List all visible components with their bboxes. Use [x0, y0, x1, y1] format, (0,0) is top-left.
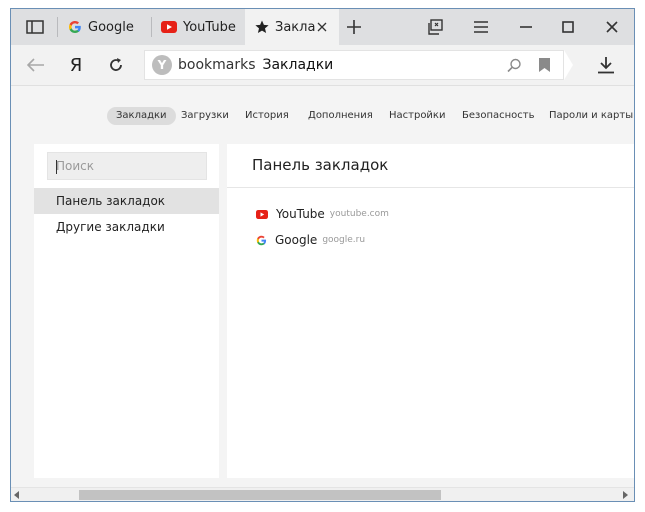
nav-item-passwords[interactable]: Пароли и карты [540, 107, 634, 125]
bookmark-item-youtube[interactable]: YouTube youtube.com [256, 205, 389, 223]
search-icon[interactable] [507, 58, 522, 73]
bookmark-url: youtube.com [329, 209, 389, 219]
nav-item-history[interactable]: История [236, 107, 298, 125]
star-icon [255, 20, 269, 33]
scrollbar-thumb[interactable] [79, 490, 441, 500]
tab-collections-button[interactable] [421, 9, 451, 45]
bookmarks-page: Закладки Загрузки История Дополнения Нас… [11, 86, 634, 487]
site-identity-icon[interactable]: Y [152, 55, 172, 75]
scroll-right-icon[interactable] [623, 491, 629, 499]
settings-navigation: Закладки Загрузки История Дополнения Нас… [11, 107, 634, 127]
collections-icon [428, 19, 443, 35]
page-title: Панель закладок [252, 156, 389, 174]
close-window-button[interactable] [597, 9, 627, 45]
sidebar-item-other-bookmarks[interactable]: Другие закладки [34, 214, 219, 240]
tab-youtube[interactable]: YouTube [152, 9, 245, 45]
bookmark-icon[interactable] [539, 58, 550, 72]
tab-label: YouTube [183, 19, 236, 35]
yandex-logo-button[interactable]: Я [63, 45, 89, 85]
maximize-icon [562, 21, 574, 33]
search-placeholder: Поиск [56, 159, 95, 173]
reload-button[interactable] [103, 45, 129, 85]
bookmark-name: Google [275, 233, 318, 247]
close-icon[interactable] [317, 22, 327, 32]
bookmark-folders-panel: Поиск Панель закладок Другие закладки [34, 144, 219, 478]
minimize-icon [520, 26, 532, 28]
reload-icon [110, 58, 122, 71]
youtube-icon [256, 209, 268, 219]
google-icon [256, 235, 267, 245]
browser-window: Google YouTube Закладк [10, 8, 635, 502]
search-input[interactable]: Поиск [47, 152, 207, 180]
back-button[interactable] [23, 45, 49, 85]
address-bar-end [564, 50, 573, 80]
sidebar-item-bookmarks-bar[interactable]: Панель закладок [34, 188, 219, 214]
minimize-button[interactable] [511, 9, 541, 45]
bookmark-url: google.ru [322, 235, 366, 245]
close-icon [606, 21, 618, 33]
youtube-icon [161, 21, 177, 33]
tab-google[interactable]: Google [58, 9, 152, 45]
address-title: Закладки [262, 57, 334, 73]
text-cursor [56, 160, 57, 174]
nav-item-security[interactable]: Безопасность [453, 107, 544, 125]
scroll-left-icon[interactable] [14, 491, 20, 499]
plus-icon [347, 20, 361, 34]
maximize-button[interactable] [553, 9, 583, 45]
download-icon [598, 57, 614, 74]
menu-button[interactable] [466, 9, 496, 45]
nav-item-settings[interactable]: Настройки [380, 107, 454, 125]
new-tab-button[interactable] [341, 9, 367, 45]
address-bar[interactable]: Y bookmarks Закладки [144, 50, 564, 80]
hamburger-menu-icon [474, 21, 488, 33]
bookmark-item-google[interactable]: Google google.ru [256, 231, 365, 249]
downloads-button[interactable] [593, 45, 619, 85]
bookmark-name: YouTube [276, 207, 325, 221]
navigation-toolbar: Я Y bookmarks Закладки [11, 45, 634, 86]
nav-item-extensions[interactable]: Дополнения [299, 107, 382, 125]
bookmarks-list-panel: Панель закладок YouTube youtube.com Goog… [227, 144, 634, 478]
address-prefix: bookmarks [178, 57, 256, 73]
google-icon [69, 21, 81, 33]
tab-label: Закладк [275, 19, 315, 35]
arrow-left-icon [27, 58, 44, 72]
sidebar-panel-icon [26, 20, 44, 34]
horizontal-scrollbar[interactable] [11, 487, 634, 501]
tab-bookmarks[interactable]: Закладк [245, 9, 339, 45]
tab-label: Google [88, 19, 134, 35]
nav-item-bookmarks[interactable]: Закладки [107, 107, 176, 125]
divider [227, 187, 634, 188]
tab-bar: Google YouTube Закладк [11, 9, 634, 45]
sidebar-toggle-button[interactable] [15, 9, 55, 45]
nav-item-downloads[interactable]: Загрузки [172, 107, 238, 125]
